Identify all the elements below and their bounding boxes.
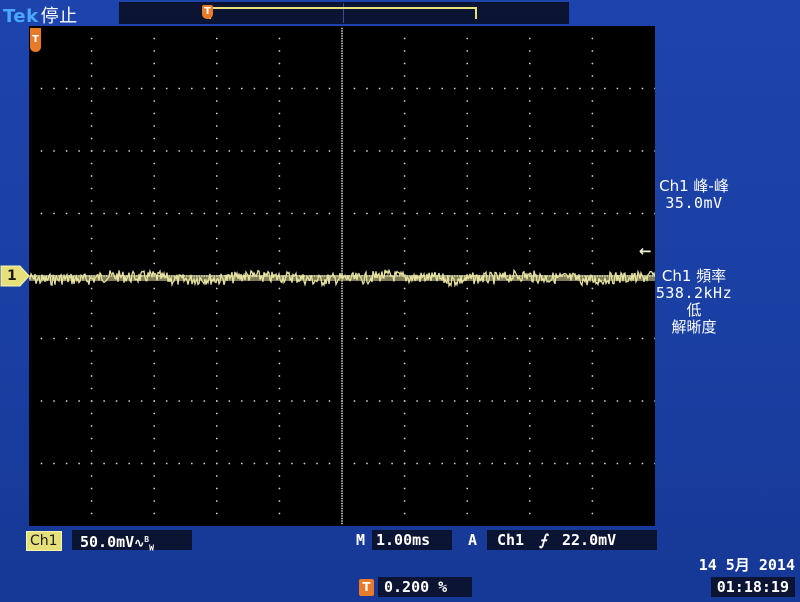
trigger-offset-readout[interactable]: 0.200 % xyxy=(378,577,472,597)
ch1-scale-value: 50.0mV xyxy=(80,533,135,551)
ch1-waveform-core xyxy=(29,275,655,281)
measurement-frequency[interactable]: Ch1 頻率 538.2kHz 低 解晰度 xyxy=(624,268,764,336)
trigger-mode-label: A xyxy=(468,531,478,549)
brand-logo: Tek xyxy=(3,6,39,27)
time-display: 01:18:19 xyxy=(710,577,795,597)
measurement-value: 538.2kHz xyxy=(655,284,733,302)
measurement-title: Ch1 峰-峰 xyxy=(659,177,729,195)
graticule-grid xyxy=(29,27,655,525)
trigger-readout[interactable]: Ch1 ⨍ 22.0mV xyxy=(487,530,657,550)
top-status-bar: Tek 停止 T xyxy=(0,0,800,28)
trigger-position-marker: T xyxy=(202,5,213,19)
record-window-bracket xyxy=(209,7,477,21)
waveform-display[interactable] xyxy=(29,26,655,526)
measurement-note-2: 解晰度 xyxy=(671,318,717,336)
measurement-value: 35.0mV xyxy=(665,194,723,212)
brand-and-state: Tek 停止 xyxy=(3,2,78,28)
bandwidth-limit-icon: ∿BW xyxy=(134,535,154,553)
ch1-marker-label: 1 xyxy=(7,268,17,284)
ch1-ground-marker[interactable]: 1 xyxy=(0,264,30,288)
trigger-level-arrow-icon[interactable]: ← xyxy=(639,244,652,259)
rising-edge-icon: ⨍ xyxy=(539,531,547,549)
measurement-peak-to-peak[interactable]: Ch1 峰-峰 35.0mV xyxy=(624,178,764,212)
acquisition-state: 停止 xyxy=(40,6,78,27)
measurement-note: 低 xyxy=(686,301,702,319)
measurement-title: Ch1 頻率 xyxy=(661,267,727,285)
bottom-readout-bar: Ch1 50.0mV∿BW M 1.00ms A Ch1 ⨍ 22.0mV xyxy=(0,530,800,552)
trigger-time-marker-icon[interactable]: T xyxy=(30,28,41,52)
date-display: 14 5月 2014 xyxy=(698,556,795,574)
trigger-level: 22.0mV xyxy=(561,531,617,549)
trigger-offset-icon: T xyxy=(359,579,374,596)
record-view-bar[interactable]: T xyxy=(119,2,569,24)
trigger-source: Ch1 xyxy=(497,531,525,549)
ch1-badge[interactable]: Ch1 xyxy=(26,531,62,551)
timebase-label: M xyxy=(356,531,366,549)
ch1-scale-readout[interactable]: 50.0mV∿BW xyxy=(72,530,192,553)
timebase-scale-readout[interactable]: 1.00ms xyxy=(372,530,452,550)
datetime-readout: 14 5月 2014 01:18:19 xyxy=(650,555,795,597)
